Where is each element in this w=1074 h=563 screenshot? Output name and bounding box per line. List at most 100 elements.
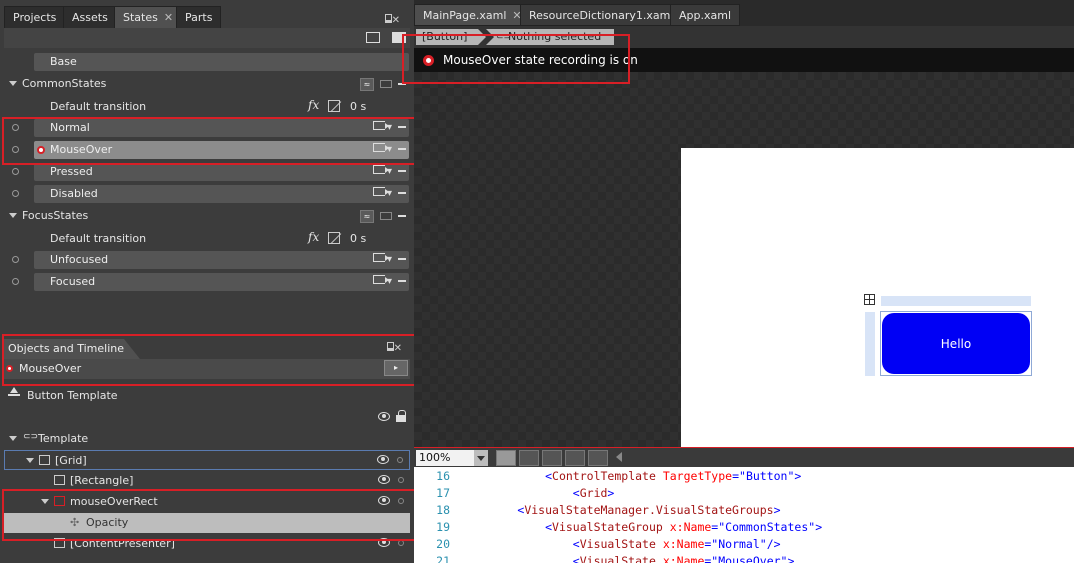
grid-column-ruler[interactable] (881, 296, 1031, 306)
lock-all-icon[interactable] (396, 410, 406, 422)
tab-parts[interactable]: Parts (176, 6, 222, 28)
storyboard-picker[interactable]: MouseOver ▸ (4, 359, 410, 379)
state-focused[interactable]: Focused ▾ (0, 272, 414, 292)
expand-arrow-icon[interactable] (9, 436, 17, 441)
tree-node-contentpresenter[interactable]: [ContentPresenter] (4, 534, 410, 554)
close-icon[interactable]: ✕ (394, 343, 408, 354)
easing-icon[interactable]: ≈ (360, 209, 374, 223)
remove-state-icon[interactable] (398, 148, 406, 150)
add-transition-icon[interactable] (372, 253, 389, 262)
state-recording-toggle-icon[interactable] (12, 124, 19, 131)
code-line[interactable]: <Grid> (462, 486, 615, 500)
xaml-code-editor[interactable]: 16 <ControlTemplate TargetType="Button">… (414, 467, 1074, 563)
snap-to-grid-icon[interactable] (542, 450, 562, 466)
lock-toggle-icon[interactable] (397, 457, 403, 463)
state-recording-toggle-icon[interactable] (12, 168, 19, 175)
breadcrumb-button[interactable]: [Button] (416, 29, 486, 45)
lock-toggle-icon[interactable] (398, 540, 404, 546)
state-group-commonstates[interactable]: CommonStates ≈ (0, 74, 414, 94)
effects-toggle-icon[interactable] (496, 450, 516, 466)
remove-state-icon[interactable] (398, 192, 406, 194)
state-pressed[interactable]: Pressed ▾ (0, 162, 414, 182)
state-unfocused[interactable]: Unfocused ▾ (0, 250, 414, 270)
grid-row-ruler[interactable] (865, 312, 875, 376)
doc-tab-app[interactable]: App.xaml (670, 4, 741, 26)
remove-group-icon[interactable] (398, 83, 406, 85)
fx-icon[interactable]: fx (308, 98, 319, 112)
grid-layout-icon[interactable] (864, 294, 875, 305)
tab-assets[interactable]: Assets (63, 6, 117, 28)
state-mouseover[interactable]: MouseOver ▾ (0, 140, 414, 160)
tree-node-template[interactable]: ⊂⊃ Template (4, 429, 410, 449)
remove-state-icon[interactable] (398, 280, 406, 282)
annotations-icon[interactable] (588, 450, 608, 466)
expand-arrow-icon[interactable] (9, 213, 17, 218)
add-transition-icon[interactable] (372, 165, 389, 174)
state-group-focusstates[interactable]: FocusStates ≈ (0, 206, 414, 226)
state-normal[interactable]: Normal ▾ (0, 118, 414, 138)
code-line[interactable]: <VisualStateGroup x:Name="CommonStates"> (462, 520, 822, 534)
tree-node-mouseoverrect[interactable]: mouseOverRect (4, 492, 410, 512)
doc-tab-mainpage[interactable]: MainPage.xaml ✕ (414, 4, 531, 26)
code-line[interactable]: <VisualState x:Name="Normal"/> (462, 537, 781, 551)
expand-arrow-icon[interactable] (41, 499, 49, 504)
add-state-icon[interactable] (380, 80, 392, 88)
state-recording-toggle-icon[interactable] (12, 256, 19, 263)
tab-projects[interactable]: Projects (4, 6, 66, 28)
add-transition-icon[interactable] (372, 275, 389, 284)
pin-icon[interactable] (386, 342, 394, 351)
chevron-down-icon[interactable] (474, 450, 488, 466)
code-line[interactable]: <VisualState x:Name="MouseOver"> (462, 554, 795, 563)
storyboard-options-button[interactable]: ▸ (384, 360, 408, 376)
state-recording-toggle-icon[interactable] (12, 278, 19, 285)
scope-up-icon[interactable] (8, 387, 20, 397)
fx-icon[interactable]: fx (308, 230, 319, 244)
lock-toggle-icon[interactable] (398, 477, 404, 483)
visibility-icon[interactable] (378, 475, 390, 484)
code-line[interactable]: <ControlTemplate TargetType="Button"> (462, 469, 801, 483)
pin-icon[interactable] (384, 14, 392, 23)
artboard[interactable]: Hello (681, 148, 1074, 447)
recording-toggle-icon[interactable] (423, 55, 434, 66)
expand-arrow-icon[interactable] (26, 458, 34, 463)
show-grid-icon[interactable] (519, 450, 539, 466)
scroll-left-icon[interactable] (616, 452, 622, 462)
remove-group-icon[interactable] (398, 215, 406, 217)
tab-states[interactable]: States ✕ (114, 6, 183, 28)
transition-duration[interactable]: 0 s (350, 100, 366, 113)
add-state-group-icon[interactable] (366, 32, 380, 43)
expand-arrow-icon[interactable] (9, 81, 17, 86)
artboard-background[interactable]: Hello (414, 72, 1074, 447)
add-transition-icon[interactable] (372, 121, 389, 130)
breadcrumb-selection[interactable]: ⊂⊃ Nothing selected (486, 29, 614, 45)
add-state-icon[interactable] (380, 212, 392, 220)
easing-function-icon[interactable] (328, 100, 340, 112)
remove-state-icon[interactable] (398, 258, 406, 260)
transition-duration[interactable]: 0 s (350, 232, 366, 245)
tree-node-opacity[interactable]: ✣ Opacity (4, 513, 410, 533)
lock-toggle-icon[interactable] (398, 498, 404, 504)
doc-tab-resourcedictionary[interactable]: ResourceDictionary1.xaml (520, 4, 683, 26)
snap-to-snaplines-icon[interactable] (565, 450, 585, 466)
tree-node-rectangle[interactable]: [Rectangle] (4, 471, 410, 491)
close-icon[interactable]: ✕ (392, 15, 406, 26)
remove-state-icon[interactable] (398, 126, 406, 128)
visibility-icon[interactable] (378, 538, 390, 547)
easing-function-icon[interactable] (328, 232, 340, 244)
transition-preview-icon[interactable] (392, 32, 406, 43)
add-transition-icon[interactable] (372, 187, 389, 196)
state-recording-toggle-icon[interactable] (12, 146, 19, 153)
visibility-icon[interactable] (378, 496, 390, 505)
code-line[interactable]: <VisualStateManager.VisualStateGroups> (462, 503, 780, 517)
state-recording-toggle-icon[interactable] (12, 190, 19, 197)
tree-node-grid[interactable]: [Grid] (4, 450, 410, 470)
visibility-icon[interactable] (377, 455, 389, 464)
add-transition-icon[interactable] (372, 143, 389, 152)
hello-button[interactable]: Hello (882, 313, 1030, 374)
remove-state-icon[interactable] (398, 170, 406, 172)
state-disabled[interactable]: Disabled ▾ (0, 184, 414, 204)
state-base[interactable]: Base (0, 52, 414, 72)
objects-timeline-tab[interactable]: Objects and Timeline (4, 339, 140, 359)
close-icon[interactable]: ✕ (164, 11, 173, 24)
easing-icon[interactable]: ≈ (360, 77, 374, 91)
